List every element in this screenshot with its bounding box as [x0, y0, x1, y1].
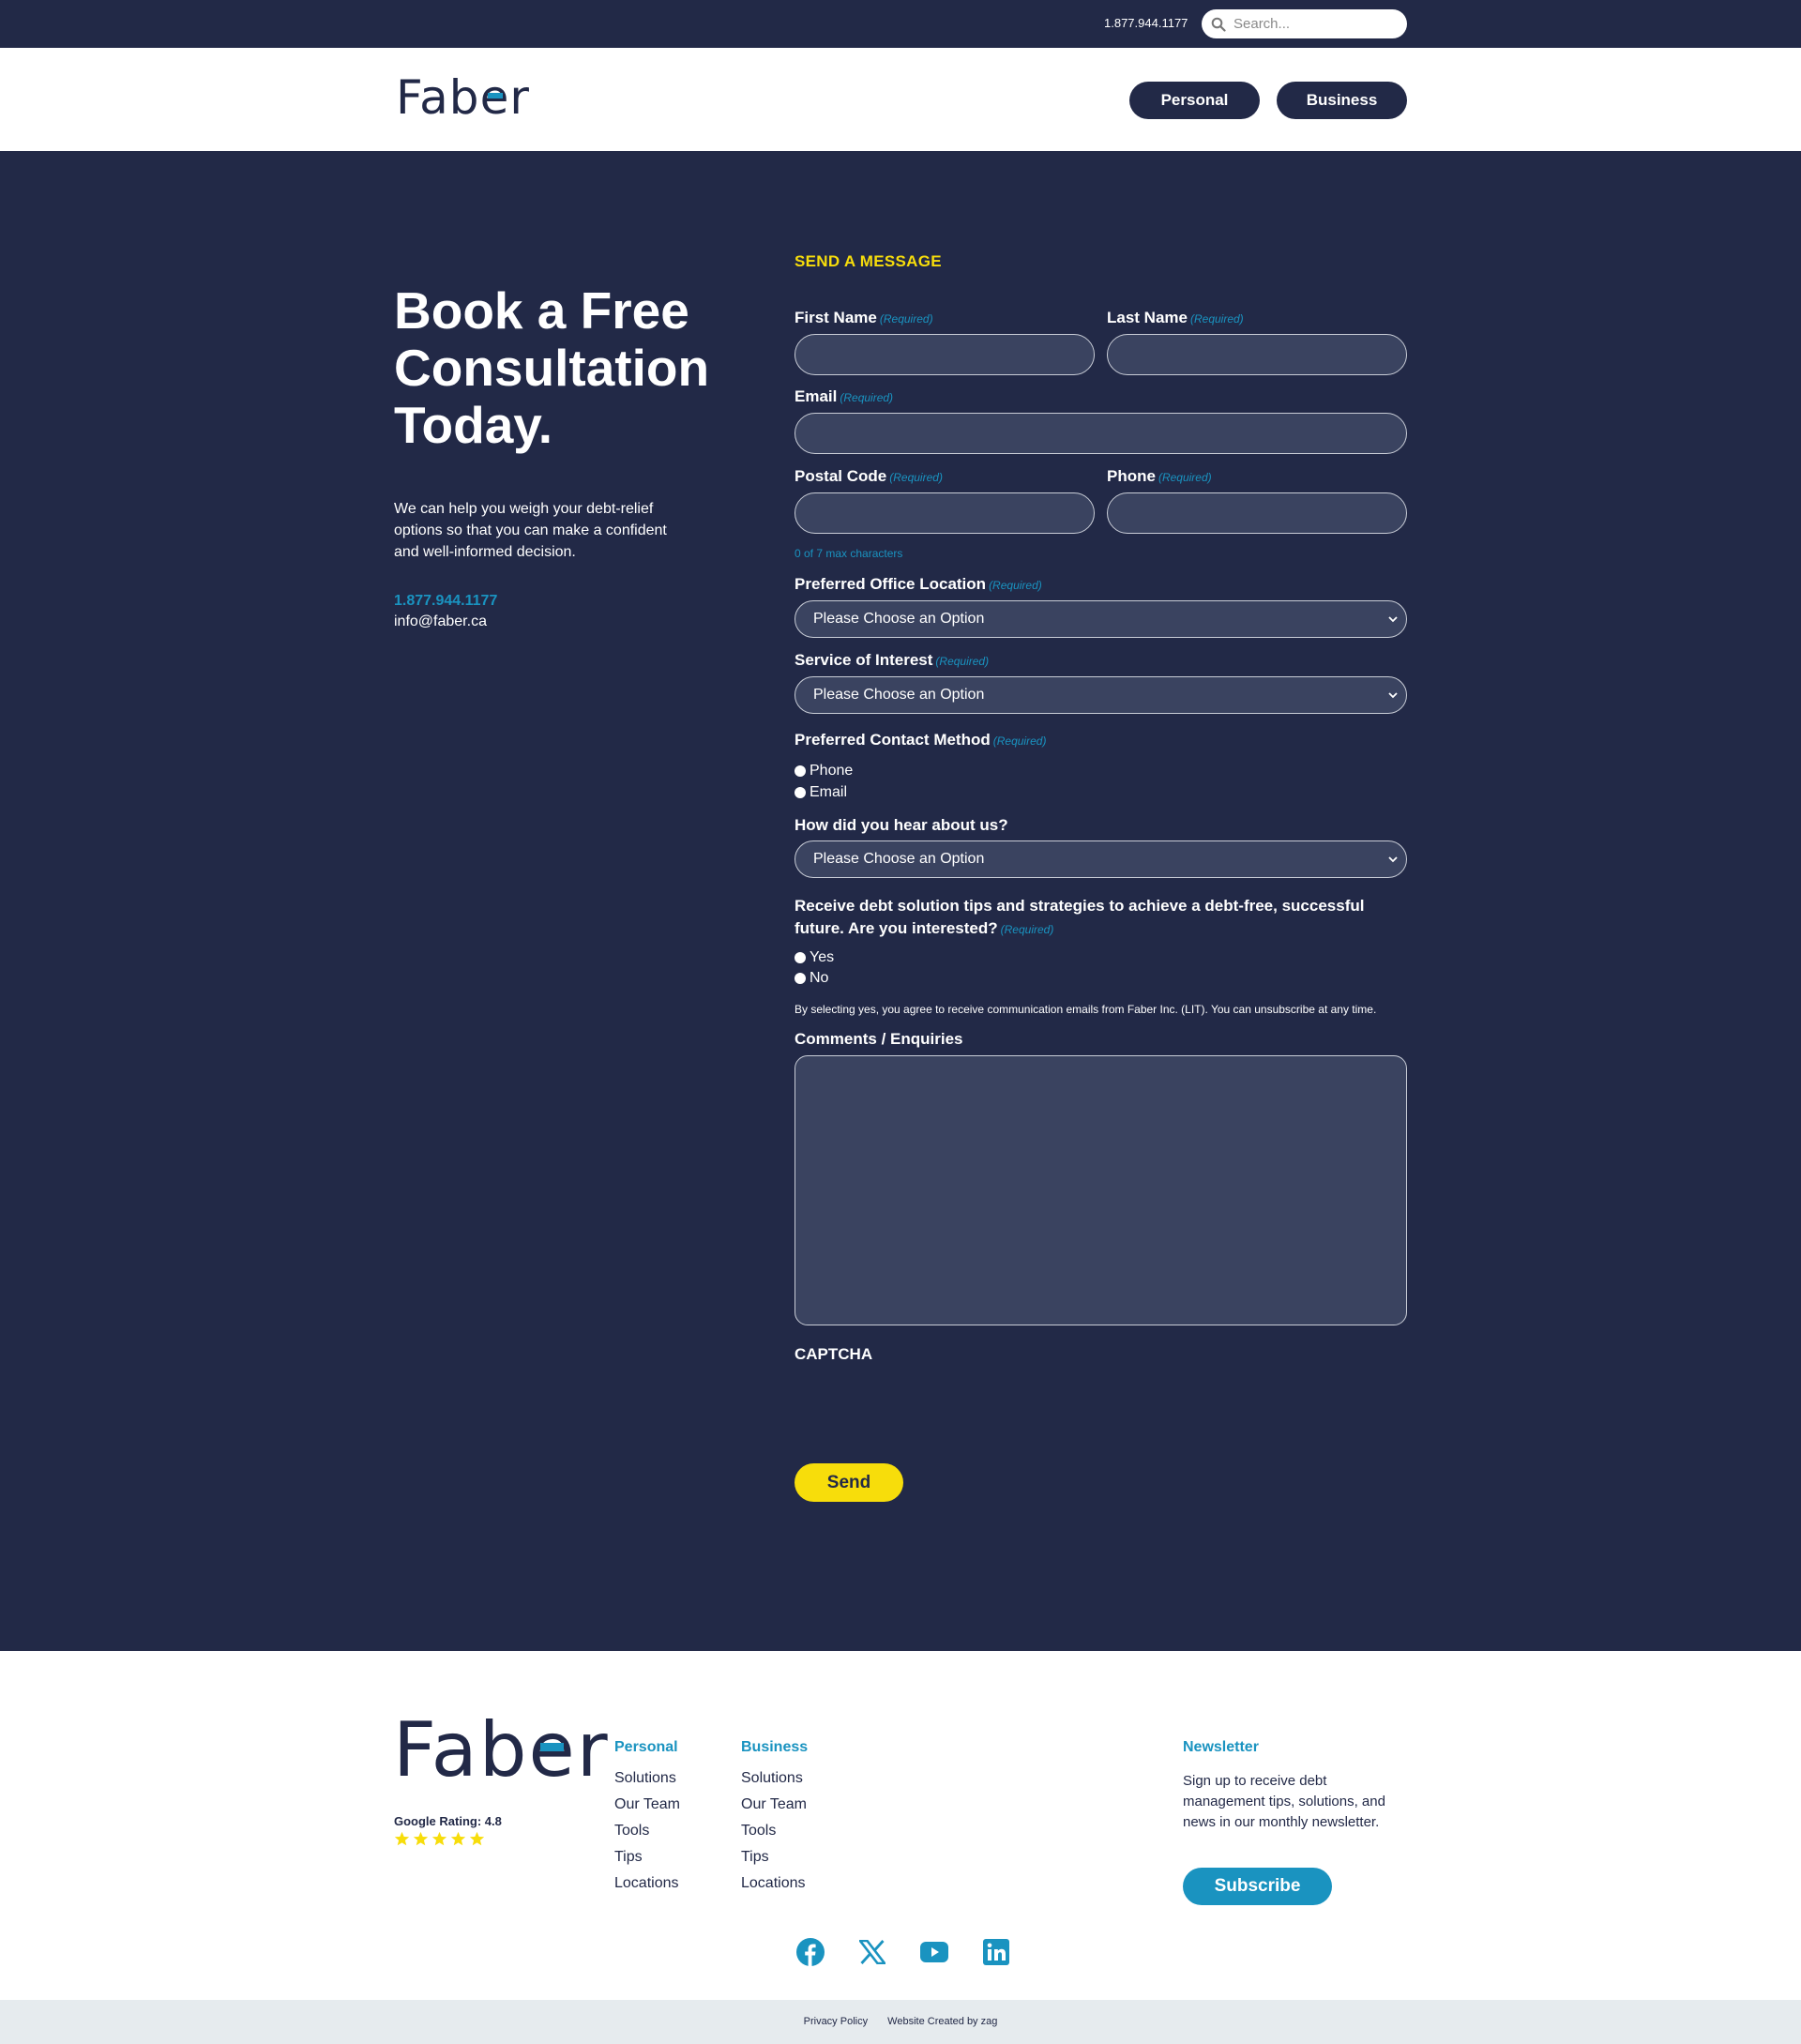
footer-personal-title[interactable]: Personal: [614, 1739, 678, 1756]
postal-code-field[interactable]: [795, 492, 1095, 534]
footer-personal-links: Solutions Our Team Tools Tips Locations: [614, 1765, 680, 1897]
last-name-label: Last Name (Required): [1107, 309, 1244, 326]
footer-link[interactable]: Tips: [741, 1844, 807, 1870]
youtube-icon[interactable]: [919, 1937, 949, 1967]
chevron-down-icon: [1388, 692, 1398, 699]
search-input[interactable]: [1233, 13, 1400, 35]
hear-about-select[interactable]: Please Choose an Option: [795, 840, 1407, 878]
newsletter-title: Newsletter: [1183, 1739, 1259, 1755]
subscribe-button[interactable]: Subscribe: [1183, 1868, 1332, 1905]
email-label: Email (Required): [795, 387, 894, 405]
page-title: Book a Free Consultation Today.: [394, 281, 710, 454]
hear-about-value: Please Choose an Option: [813, 851, 985, 867]
contact-phone-label: Phone: [810, 763, 854, 779]
consent-fine-print: By selecting yes, you agree to receive c…: [795, 1003, 1377, 1016]
star-icon: [394, 1831, 410, 1846]
bottom-links: Privacy Policy Website Created by zag: [0, 2016, 1801, 2027]
tips-no-option[interactable]: No: [795, 970, 828, 987]
phone-label: Phone (Required): [1107, 467, 1212, 485]
privacy-policy-link[interactable]: Privacy Policy: [804, 2016, 868, 2027]
logo[interactable]: Faber: [396, 74, 530, 121]
postal-code-label: Postal Code (Required): [795, 467, 943, 485]
bottom-bar: Privacy Policy Website Created by zag: [0, 2000, 1801, 2044]
footer-link[interactable]: Solutions: [741, 1765, 807, 1792]
last-name-field[interactable]: [1107, 334, 1407, 375]
email-input[interactable]: [795, 414, 1406, 453]
newsletter-text: Sign up to receive debt management tips,…: [1183, 1773, 1385, 1830]
contact-email-label: Email: [810, 784, 848, 800]
footer-link[interactable]: Locations: [741, 1870, 807, 1897]
social-links: [795, 1937, 1011, 1967]
office-location-select[interactable]: Please Choose an Option: [795, 600, 1407, 638]
hero-email-link[interactable]: info@faber.ca: [394, 613, 487, 630]
top-phone-link[interactable]: 1.877.944.1177: [1104, 16, 1188, 30]
footer-link[interactable]: Locations: [614, 1870, 680, 1897]
postal-code-hint: 0 of 7 max characters: [795, 547, 903, 560]
comments-field[interactable]: [795, 1055, 1407, 1325]
footer-link[interactable]: Tools: [614, 1818, 680, 1844]
search-box[interactable]: [1202, 9, 1407, 38]
tips-no-label: No: [810, 970, 829, 986]
service-value: Please Choose an Option: [813, 687, 985, 703]
office-location-value: Please Choose an Option: [813, 611, 985, 627]
captcha-label: CAPTCHA: [795, 1345, 873, 1363]
footer-link[interactable]: Tools: [741, 1818, 807, 1844]
phone-field[interactable]: [1107, 492, 1407, 534]
contact-email-option[interactable]: Email: [795, 784, 847, 801]
comments-textarea[interactable]: [795, 1056, 1406, 1325]
office-location-label: Preferred Office Location (Required): [795, 575, 1042, 593]
credit-link[interactable]: Website Created by zag: [887, 2016, 997, 2027]
tips-yes-option[interactable]: Yes: [795, 949, 834, 966]
rating-stars: [394, 1831, 485, 1847]
comments-label: Comments / Enquiries: [795, 1030, 963, 1048]
star-icon: [469, 1831, 485, 1846]
first-name-label: First Name (Required): [795, 309, 933, 326]
first-name-field[interactable]: [795, 334, 1095, 375]
hear-about-label: How did you hear about us?: [795, 816, 1008, 834]
footer-link[interactable]: Our Team: [741, 1792, 807, 1818]
linkedin-icon[interactable]: [981, 1937, 1011, 1967]
star-icon: [450, 1831, 466, 1846]
footer-business-links: Solutions Our Team Tools Tips Locations: [741, 1765, 807, 1897]
contact-phone-radio[interactable]: [795, 765, 806, 777]
service-label: Service of Interest (Required): [795, 651, 990, 669]
search-icon[interactable]: [1211, 17, 1226, 32]
hero-description: We can help you weigh your debt-relief o…: [394, 501, 667, 560]
send-button[interactable]: Send: [795, 1463, 903, 1502]
star-icon: [413, 1831, 429, 1846]
contact-email-radio[interactable]: [795, 787, 806, 798]
chevron-down-icon: [1388, 856, 1398, 863]
phone-input[interactable]: [1108, 493, 1406, 533]
contact-phone-option[interactable]: Phone: [795, 763, 853, 780]
site-header: Faber Personal Business: [0, 48, 1801, 151]
postal-code-input[interactable]: [795, 493, 1094, 533]
footer-link[interactable]: Tips: [614, 1844, 680, 1870]
nav-business-button[interactable]: Business: [1277, 82, 1407, 119]
chevron-down-icon: [1388, 616, 1398, 623]
google-rating: Google Rating: 4.8: [394, 1814, 502, 1828]
tips-yes-label: Yes: [810, 949, 835, 965]
email-field[interactable]: [795, 413, 1407, 454]
hero-phone-link[interactable]: 1.877.944.1177: [394, 593, 497, 610]
form-heading: SEND A MESSAGE: [795, 252, 942, 270]
star-icon: [431, 1831, 447, 1846]
last-name-input[interactable]: [1108, 335, 1406, 374]
facebook-icon[interactable]: [795, 1937, 825, 1967]
footer-logo[interactable]: Faber: [393, 1713, 610, 1788]
footer-link[interactable]: Solutions: [614, 1765, 680, 1792]
service-select[interactable]: Please Choose an Option: [795, 676, 1407, 714]
footer-link[interactable]: Our Team: [614, 1792, 680, 1818]
top-bar: 1.877.944.1177: [0, 0, 1801, 48]
contact-method-label: Preferred Contact Method (Required): [795, 731, 1047, 749]
tips-yes-radio[interactable]: [795, 952, 806, 963]
nav-personal-button[interactable]: Personal: [1129, 82, 1260, 119]
first-name-input[interactable]: [795, 335, 1094, 374]
tips-no-radio[interactable]: [795, 973, 806, 984]
tips-question-label: Receive debt solution tips and strategie…: [795, 897, 1365, 937]
site-footer: Faber Google Rating: 4.8 Personal Soluti…: [0, 1651, 1801, 2000]
footer-business-title[interactable]: Business: [741, 1739, 808, 1756]
x-icon[interactable]: [857, 1937, 887, 1967]
